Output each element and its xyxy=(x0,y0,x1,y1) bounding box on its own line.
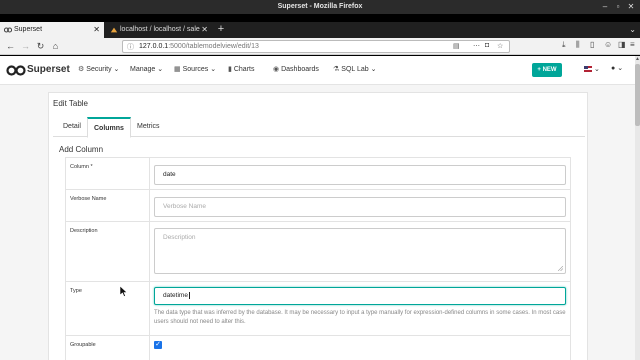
maximize-icon[interactable]: ▫ xyxy=(613,2,623,12)
groupable-checkbox[interactable]: ✓ xyxy=(154,341,162,349)
superset-app: Superset ⚙ Security ⌄ Manage ⌄ ▦ Sources ⌄… xyxy=(0,56,640,360)
flask-icon: ⚗ xyxy=(333,66,340,73)
bookmark-star-icon[interactable]: ☆ xyxy=(497,42,503,50)
browser-tab-strip: Superset ✕ localhost / localhost / sale … xyxy=(0,22,640,38)
tab-columns[interactable]: Columns xyxy=(87,117,131,138)
close-window-icon[interactable]: ✕ xyxy=(626,2,636,12)
menu-sql-lab[interactable]: ⚗ SQL Lab ⌄ xyxy=(333,65,376,73)
tab-overflow-icon[interactable]: ⌄ xyxy=(629,22,636,38)
tab-detail[interactable]: Detail xyxy=(57,117,87,137)
tab-close-icon[interactable]: ✕ xyxy=(201,22,208,38)
panel-tabs: Detail Columns Metrics xyxy=(53,117,585,138)
add-column-form: Column * date Verbose Name Verbose Name … xyxy=(65,157,571,360)
mouse-cursor-icon xyxy=(120,286,128,297)
forward-icon[interactable]: → xyxy=(19,40,32,53)
menu-charts[interactable]: ▮ Charts xyxy=(228,65,254,73)
reader-view-icon[interactable]: ▤ xyxy=(453,42,460,50)
form-row-type: Type datetime The data type that was inf… xyxy=(66,282,570,336)
groupable-label: Groupable xyxy=(66,336,150,360)
browser-tab-label: Superset xyxy=(14,26,43,33)
browser-tab-superset[interactable]: Superset ✕ xyxy=(0,22,104,38)
sidebar-icon[interactable]: ▯ xyxy=(590,40,594,49)
form-row-column: Column * date xyxy=(66,158,570,190)
new-tab-icon[interactable]: + xyxy=(214,22,228,38)
menu-icon[interactable]: ≡ xyxy=(630,40,635,49)
type-input[interactable]: datetime xyxy=(154,287,566,305)
account-icon[interactable]: ☺ xyxy=(604,40,612,49)
extension-icon[interactable]: ◨ xyxy=(618,40,626,49)
chevron-down-icon: ⌄ xyxy=(210,66,217,73)
flag-canton xyxy=(584,66,588,69)
brand-name: Superset xyxy=(27,64,70,75)
description-label: Description xyxy=(66,222,150,281)
superset-logo-icon xyxy=(6,65,26,76)
menu-security[interactable]: ⚙ Security ⌄ xyxy=(78,65,119,73)
page-actions-icon[interactable]: ⋯ xyxy=(473,42,480,50)
dashboard-icon: ◉ xyxy=(273,66,280,73)
chevron-down-icon: ⌄ xyxy=(617,65,624,72)
tab-metrics[interactable]: Metrics xyxy=(131,117,166,137)
bar-chart-icon: ▮ xyxy=(228,66,232,73)
verbose-name-label: Verbose Name xyxy=(66,190,150,221)
address-url: 127.0.0.1:5000/tablemodelview/edit/13 xyxy=(139,43,259,50)
edit-table-panel: Edit Table Detail Columns Metrics Add Co… xyxy=(48,92,588,360)
column-label: Column * xyxy=(66,158,150,189)
browser-nav-toolbar: ← → ↻ ⌂ ⓘ 127.0.0.1:5000/tablemodelview/… xyxy=(0,38,640,55)
lock-icon: ⚙ xyxy=(78,66,85,73)
chevron-down-icon: ⌄ xyxy=(370,66,377,73)
window-title: Superset - Mozilla Firefox xyxy=(277,3,363,10)
reload-icon[interactable]: ↻ xyxy=(34,40,47,53)
library-icon[interactable]: ⫼ xyxy=(576,40,580,50)
chevron-down-icon: ⌄ xyxy=(113,66,120,73)
tab-close-icon[interactable]: ✕ xyxy=(93,22,100,38)
menu-manage[interactable]: Manage ⌄ xyxy=(130,65,163,73)
scroll-up-icon[interactable]: ▲ xyxy=(635,56,640,62)
browser-tab-label: localhost / localhost / sale xyxy=(120,26,200,33)
database-icon: ▦ xyxy=(174,66,181,73)
column-input[interactable]: date xyxy=(154,165,566,185)
browser-tab-phpmyadmin[interactable]: localhost / localhost / sale ✕ xyxy=(106,22,212,38)
menu-sources[interactable]: ▦ Sources ⌄ xyxy=(174,65,216,73)
app-navbar: Superset ⚙ Security ⌄ Manage ⌄ ▦ Sources ⌄… xyxy=(0,56,635,85)
language-chevron-icon[interactable]: ⌄ xyxy=(594,65,600,73)
form-row-verbose-name: Verbose Name Verbose Name xyxy=(66,190,570,222)
page-scrollbar-thumb[interactable] xyxy=(635,64,640,126)
user-icon: ● xyxy=(611,65,616,72)
type-help-text: The data type that was inferred by the d… xyxy=(154,310,566,325)
form-row-groupable: Groupable ✓ xyxy=(66,336,570,360)
site-info-icon[interactable]: ⓘ xyxy=(127,42,134,52)
new-button[interactable]: + NEW xyxy=(532,63,562,77)
description-textarea[interactable]: Description xyxy=(154,228,566,274)
type-label: Type xyxy=(66,282,150,335)
form-row-description: Description Description xyxy=(66,222,570,282)
back-icon[interactable]: ← xyxy=(4,40,17,53)
minimize-icon[interactable]: – xyxy=(600,2,610,12)
window-titlebar: Superset - Mozilla Firefox – ▫ ✕ xyxy=(0,0,640,14)
user-menu[interactable]: ● ⌄ xyxy=(611,64,623,72)
pocket-icon[interactable]: ◘ xyxy=(485,42,489,49)
menu-dashboards[interactable]: ◉ Dashboards xyxy=(273,65,319,73)
home-icon[interactable]: ⌂ xyxy=(49,40,62,53)
section-title: Add Column xyxy=(59,145,104,154)
address-bar[interactable]: ⓘ 127.0.0.1:5000/tablemodelview/edit/13 … xyxy=(122,40,510,53)
chevron-down-icon: ⌄ xyxy=(157,66,164,73)
downloads-icon[interactable]: ⤓ xyxy=(562,40,566,50)
resize-grip-icon[interactable] xyxy=(558,266,563,271)
verbose-name-input[interactable]: Verbose Name xyxy=(154,197,566,217)
superset-favicon-icon xyxy=(4,27,12,33)
page-favicon-icon xyxy=(110,27,118,33)
panel-title: Edit Table xyxy=(53,99,88,108)
